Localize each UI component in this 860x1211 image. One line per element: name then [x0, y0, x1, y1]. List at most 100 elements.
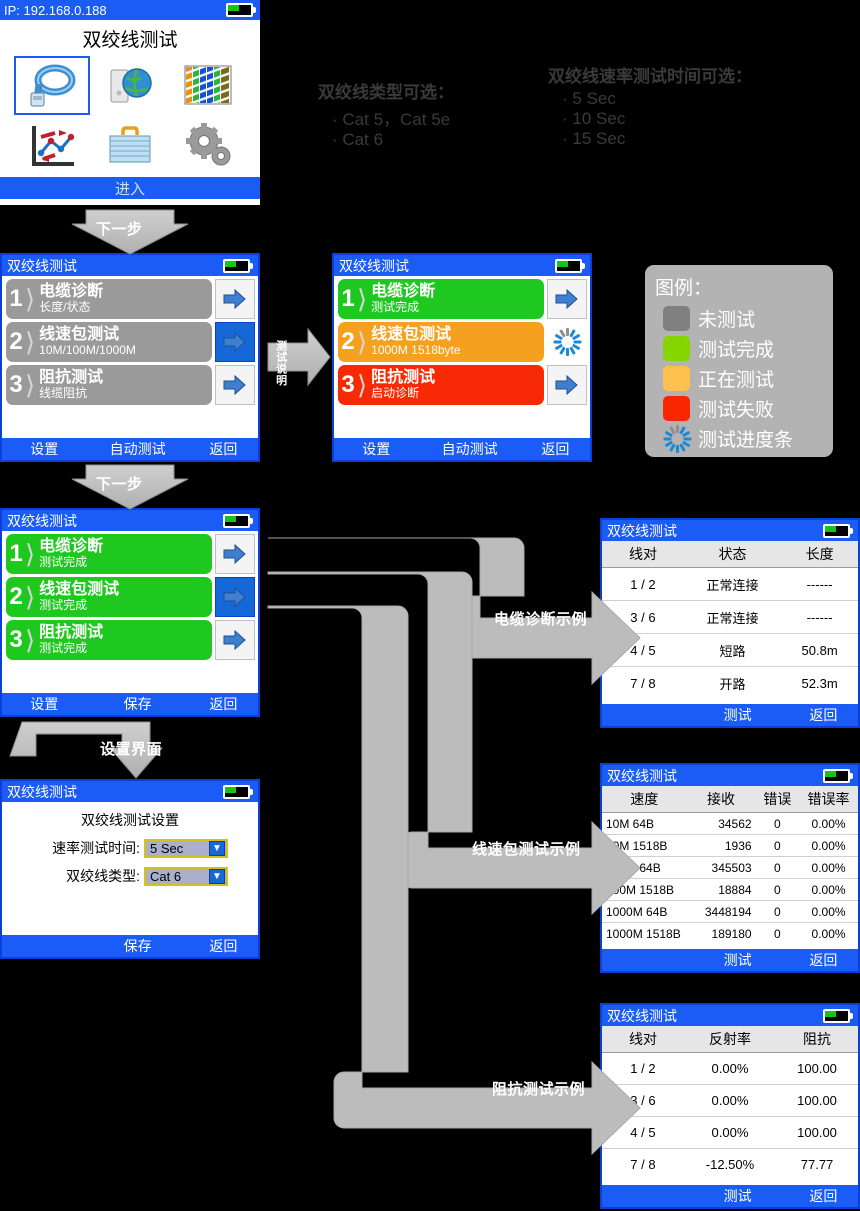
- table-row: 7 / 8 开路 52.3m: [602, 667, 858, 700]
- cell-speed: 100M 64B: [602, 856, 687, 879]
- menu-chip[interactable]: 2 ⟩ 线速包测试 1000M 1518byte: [338, 322, 544, 362]
- battery-icon: [223, 258, 253, 273]
- footer-test-button[interactable]: 测试: [686, 950, 788, 970]
- footer-back-button[interactable]: 返回: [789, 950, 858, 970]
- progress-indicator: [547, 322, 587, 362]
- menu-chip[interactable]: 1 ⟩ 电缆诊断 测试完成: [6, 534, 212, 574]
- item-title: 线速包测试: [39, 581, 120, 599]
- chevron-down-icon[interactable]: ▼: [209, 868, 225, 884]
- menu-chip[interactable]: 2 ⟩ 线速包测试 测试完成: [6, 577, 212, 617]
- list-item[interactable]: 2 ⟩ 线速包测试 10M/100M/1000M: [6, 322, 255, 362]
- footer-test-button[interactable]: 测试: [686, 1186, 788, 1206]
- setting-row-speed-time: 速率测试时间: 5 Sec ▼: [2, 838, 258, 858]
- go-button[interactable]: [215, 534, 255, 574]
- app-icon-chart[interactable]: [14, 117, 90, 176]
- ip-address: IP: 192.168.0.188: [4, 2, 107, 18]
- battery-icon: [823, 768, 853, 783]
- note-heading: 双绞线速率测试时间可选：: [548, 67, 752, 86]
- go-button[interactable]: [547, 279, 587, 319]
- cable-type-select[interactable]: Cat 6 ▼: [144, 866, 228, 886]
- go-button[interactable]: [215, 279, 255, 319]
- flow-label-next-1: 下一步: [96, 221, 143, 238]
- menu-chip[interactable]: 3 ⟩ 阻抗测试 线缆阻抗: [6, 365, 212, 405]
- menu-chip[interactable]: 1 ⟩ 电缆诊断 长度/状态: [6, 279, 212, 319]
- speed-time-select[interactable]: 5 Sec ▼: [144, 838, 228, 858]
- app-icon-toolbox[interactable]: [92, 117, 168, 176]
- chevron-down-icon[interactable]: ▼: [209, 840, 225, 856]
- item-subtitle: 10M/100M/1000M: [39, 343, 136, 358]
- cable-results-table: 线对 状态 长度 1 / 2 正常连接 ------ 3 / 6 正常连接 --…: [602, 541, 858, 700]
- list-item[interactable]: 2 ⟩ 线速包测试 测试完成: [6, 577, 255, 617]
- go-button-selected[interactable]: [215, 322, 255, 362]
- footer-autotest-button[interactable]: 自动测试: [86, 439, 188, 459]
- footer-back-button[interactable]: 返回: [189, 694, 258, 714]
- footer-back-button[interactable]: 返回: [189, 439, 258, 459]
- settings-body: 双绞线测试设置 速率测试时间: 5 Sec ▼ 双绞线类型: Cat 6 ▼: [2, 802, 258, 935]
- note-item: · Cat 6: [332, 130, 384, 149]
- cell-received: 1936: [686, 834, 756, 857]
- footer-autotest-button[interactable]: 自动测试: [418, 439, 520, 459]
- arrow-right-icon: [555, 374, 578, 396]
- menu-chip[interactable]: 3 ⟩ 阻抗测试 启动诊断: [338, 365, 544, 405]
- screen-title: 双绞线测试: [7, 783, 77, 800]
- footer-save-button[interactable]: 保存: [86, 936, 188, 956]
- menu-body: 1 ⟩ 电缆诊断 测试完成 2 ⟩: [2, 531, 258, 693]
- chart-icon: [32, 125, 75, 166]
- list-item[interactable]: 1 ⟩ 电缆诊断 测试完成: [338, 279, 587, 319]
- menu-chip[interactable]: 2 ⟩ 线速包测试 10M/100M/1000M: [6, 322, 212, 362]
- footer-test-button[interactable]: 测试: [686, 705, 788, 725]
- list-item[interactable]: 2 ⟩ 线速包测试 1000M 1518byte: [338, 322, 587, 362]
- app-icon-wire-pairs[interactable]: [170, 56, 246, 115]
- app-icon-settings[interactable]: [170, 117, 246, 176]
- chevron-icon: ⟩: [25, 581, 36, 612]
- list-item[interactable]: 1 ⟩ 电缆诊断 长度/状态: [6, 279, 255, 319]
- cell-error-rate: 0.00%: [799, 856, 858, 879]
- title-bar: 双绞线测试: [2, 781, 258, 802]
- cell-impedance: 100.00: [776, 1052, 858, 1085]
- cell-received: 3448194: [686, 900, 756, 923]
- list-item[interactable]: 3 ⟩ 阻抗测试 启动诊断: [338, 365, 587, 405]
- go-button[interactable]: [215, 620, 255, 660]
- cell-speed: 10M 64B: [602, 812, 687, 835]
- chevron-icon: ⟩: [25, 369, 36, 400]
- footer-back-button[interactable]: 返回: [789, 1186, 858, 1206]
- footer-settings-button[interactable]: 设置: [2, 694, 86, 714]
- footer-save-button[interactable]: 保存: [86, 694, 188, 714]
- column-header: 线对: [602, 541, 684, 568]
- table-row: 1 / 2 正常连接 ------: [602, 567, 858, 601]
- menu-chip[interactable]: 3 ⟩ 阻抗测试 测试完成: [6, 620, 212, 660]
- footer-settings-button[interactable]: 设置: [2, 439, 86, 459]
- go-button[interactable]: [215, 365, 255, 405]
- footer-back-button[interactable]: 返回: [521, 439, 590, 459]
- flow-label-speed-example: 线速包测试示例: [472, 841, 581, 858]
- footer-back-button[interactable]: 返回: [189, 936, 258, 956]
- menu-chip[interactable]: 1 ⟩ 电缆诊断 测试完成: [338, 279, 544, 319]
- note-cable-types: 双绞线类型可选： · Cat 5，Cat 5e · Cat 6: [318, 78, 454, 150]
- go-button-selected[interactable]: [215, 577, 255, 617]
- go-button[interactable]: [547, 365, 587, 405]
- flow-label-cable-example: 电缆诊断示例: [494, 611, 588, 628]
- footer-back-button[interactable]: 返回: [789, 705, 858, 725]
- item-title: 线速包测试: [39, 326, 120, 344]
- table-row: 100M 64B 345503 0 0.00%: [602, 856, 858, 879]
- table-row: 4 / 5 0.00% 100.00: [602, 1116, 858, 1149]
- cell-length: 52.3m: [801, 675, 838, 691]
- flow-label-next-2: 下一步: [96, 476, 143, 493]
- column-header: 阻抗: [776, 1026, 858, 1053]
- list-item[interactable]: 3 ⟩ 阻抗测试 线缆阻抗: [6, 365, 255, 405]
- cell-received: 345503: [686, 856, 756, 879]
- cell-status: 正常连接: [683, 567, 782, 601]
- cell-status: 开路: [719, 676, 746, 692]
- app-icon-network[interactable]: [92, 56, 168, 115]
- list-item[interactable]: 3 ⟩ 阻抗测试 测试完成: [6, 620, 255, 660]
- cell-length: 50.8m: [781, 633, 858, 667]
- screen-speed-results: 双绞线测试 速度 接收 错误 错误率 10M 64B 34562 0 0.00%…: [600, 763, 860, 973]
- enter-button[interactable]: 进入: [0, 177, 260, 199]
- item-number: 1: [341, 285, 355, 312]
- app-icon-cable[interactable]: [14, 56, 90, 115]
- item-number: 2: [9, 583, 23, 610]
- list-item[interactable]: 1 ⟩ 电缆诊断 测试完成: [6, 534, 255, 574]
- footer-settings-button[interactable]: 设置: [334, 439, 418, 459]
- app-icon-grid: [0, 52, 260, 177]
- column-header: 反射率: [683, 1026, 777, 1053]
